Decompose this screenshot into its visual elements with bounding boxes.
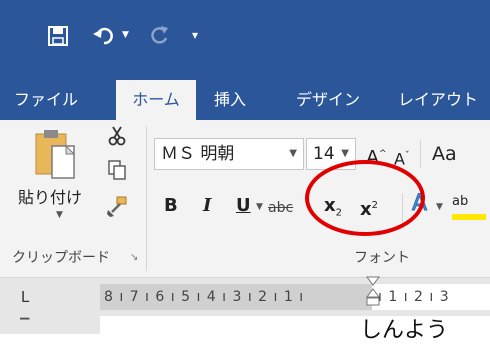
clipboard-launcher-icon[interactable]: ↘ — [130, 252, 138, 263]
change-case-button[interactable]: Aa — [432, 142, 457, 166]
font-name-combo[interactable]: ＭＳ 明朝 ▼ — [154, 138, 304, 170]
tab-design[interactable]: デザイン — [296, 80, 360, 120]
cut-icon[interactable] — [108, 126, 126, 150]
italic-button[interactable]: I — [203, 194, 211, 218]
text-effects-dropdown-icon[interactable]: ▼ — [436, 202, 443, 212]
chevron-down-icon[interactable]: ▼ — [289, 139, 297, 169]
paste-button-label[interactable]: 貼り付け — [18, 184, 82, 208]
copy-icon[interactable] — [108, 160, 126, 184]
group-separator — [146, 126, 147, 271]
document-text[interactable]: しんよう — [360, 312, 448, 344]
clipboard-group-label: クリップボード — [12, 250, 110, 266]
format-painter-icon[interactable] — [106, 196, 128, 222]
paste-icon[interactable] — [34, 128, 78, 184]
annotation-circle — [305, 160, 425, 236]
redo-icon[interactable] — [148, 24, 170, 51]
save-icon[interactable] — [48, 26, 68, 51]
ruler-numbers-right: ı 1 ı 2 ı 3 — [378, 289, 450, 305]
tab-insert[interactable]: 挿入 — [214, 80, 246, 120]
underline-dropdown-icon[interactable]: ▼ — [256, 202, 263, 212]
tab-file[interactable]: ファイル — [14, 80, 78, 120]
tab-selector[interactable]: L — [10, 284, 40, 310]
undo-icon[interactable] — [92, 24, 116, 51]
highlight-color-bar — [452, 214, 486, 220]
font-size-value: 14 — [313, 144, 335, 164]
vertical-ruler-marker: ▔ — [20, 318, 30, 332]
strikethrough-button[interactable]: abc — [268, 196, 293, 220]
highlight-button[interactable]: ab — [452, 190, 486, 220]
font-group-label: フォント — [354, 250, 410, 266]
font-separator — [420, 140, 421, 168]
bold-button[interactable]: B — [164, 194, 178, 218]
underline-button[interactable]: U — [236, 194, 251, 218]
tab-layout[interactable]: レイアウト — [398, 80, 478, 120]
undo-dropdown-icon[interactable]: ▼ — [122, 30, 129, 40]
ruler-numbers-left: 8 ı 7 ı 6 ı 5 ı 4 ı 3 ı 2 ı 1 ı — [104, 289, 305, 305]
font-name-value: ＭＳ 明朝 — [161, 144, 235, 164]
tab-home[interactable]: ホーム — [116, 80, 196, 122]
paste-dropdown-icon[interactable]: ▼ — [56, 210, 63, 220]
title-bar — [0, 0, 490, 80]
customize-qat-icon[interactable]: ▾ — [192, 28, 198, 42]
highlight-label: ab — [452, 194, 469, 209]
